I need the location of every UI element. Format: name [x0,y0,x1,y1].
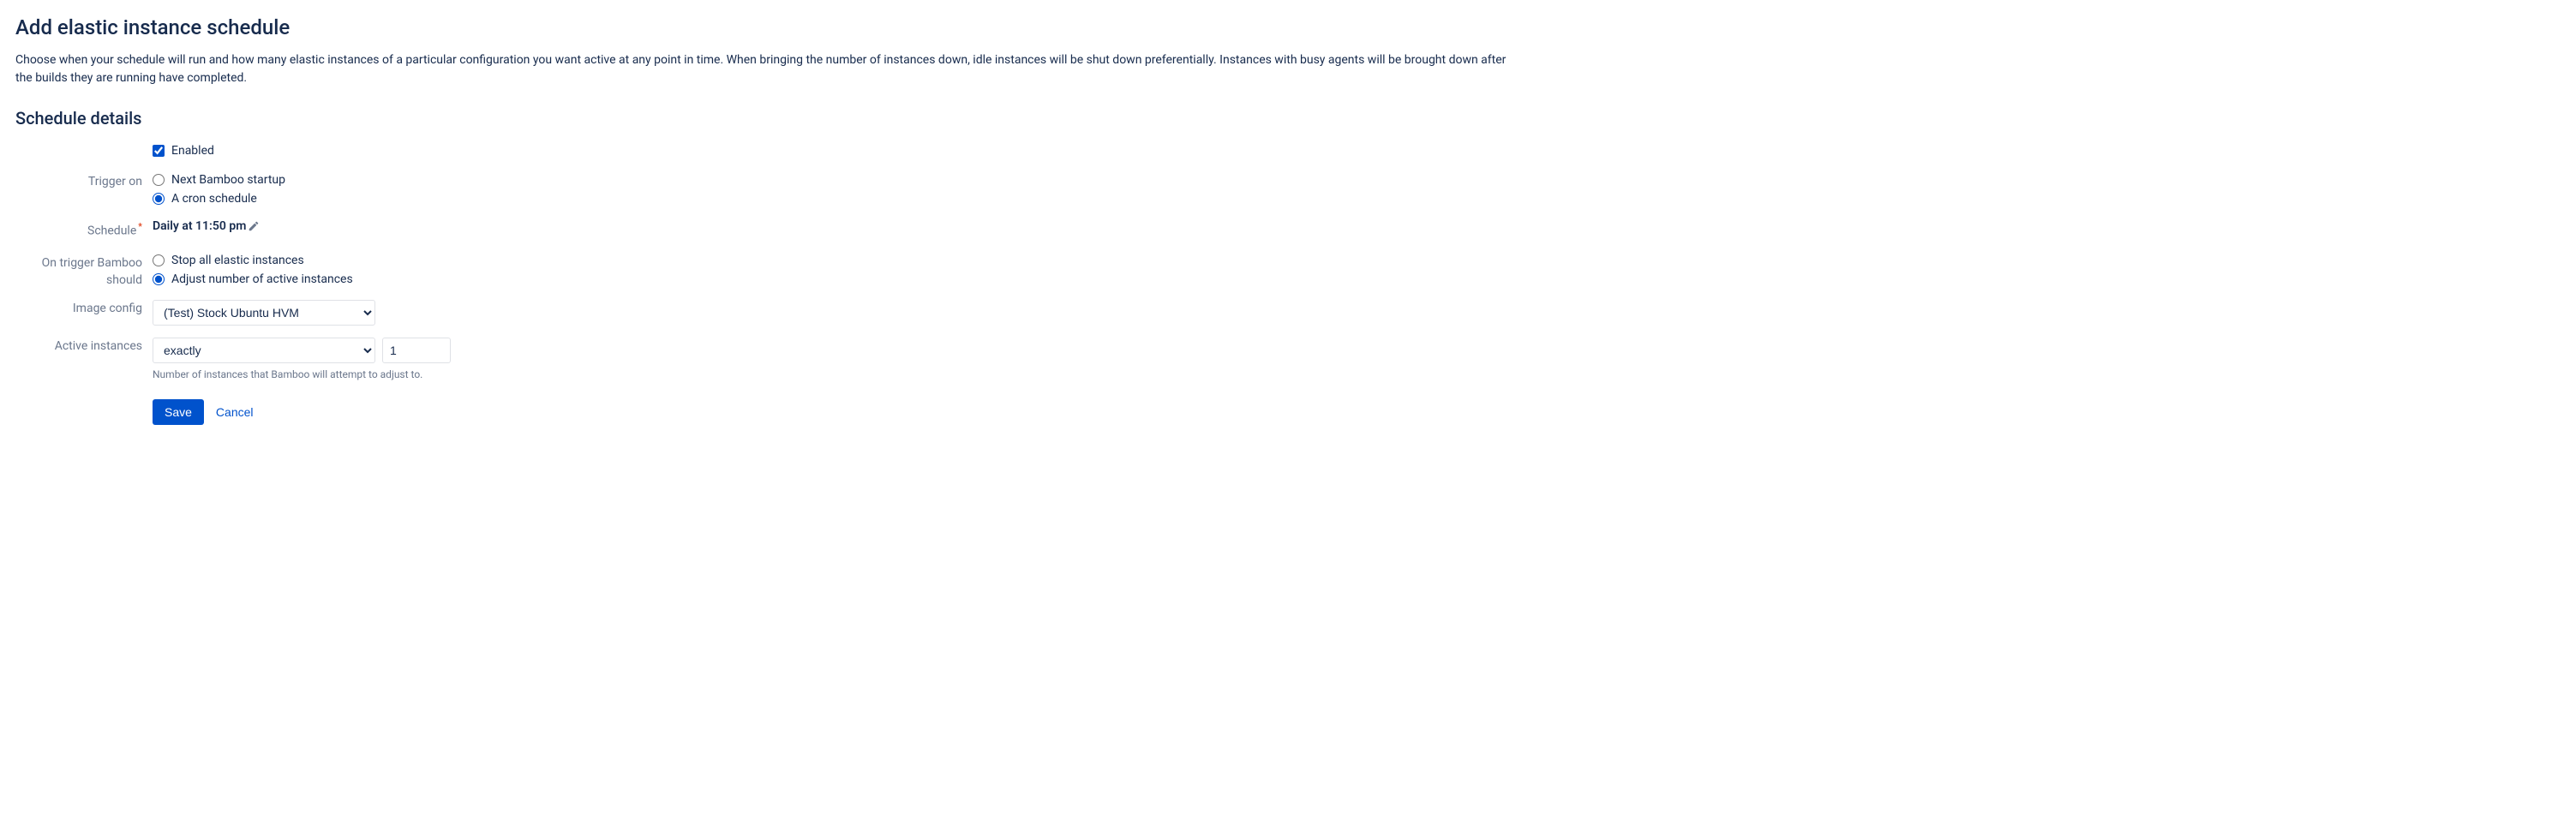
active-instances-mode-select[interactable]: exactly [153,338,375,363]
trigger-startup-label[interactable]: Next Bamboo startup [171,173,285,187]
image-config-select[interactable]: (Test) Stock Ubuntu HVM [153,300,375,326]
page-title: Add elastic instance schedule [15,15,2561,39]
on-trigger-stop-radio[interactable] [153,254,165,266]
on-trigger-stop-label[interactable]: Stop all elastic instances [171,254,304,267]
active-instances-help: Number of instances that Bamboo will att… [153,368,2561,380]
trigger-on-label: Trigger on [15,171,153,188]
on-trigger-adjust-label[interactable]: Adjust number of active instances [171,272,353,286]
schedule-label: Schedule [15,218,153,238]
trigger-cron-label[interactable]: A cron schedule [171,192,257,206]
save-button[interactable]: Save [153,399,204,425]
pencil-icon[interactable] [248,220,260,232]
trigger-startup-radio[interactable] [153,174,165,186]
on-trigger-label: On trigger Bamboo should [15,252,153,289]
schedule-value: Daily at 11:50 pm [153,219,246,233]
trigger-cron-radio[interactable] [153,193,165,205]
section-heading: Schedule details [15,108,2561,129]
on-trigger-adjust-radio[interactable] [153,273,165,285]
enabled-checkbox[interactable] [153,145,165,157]
active-instances-label: Active instances [15,336,153,353]
image-config-label: Image config [15,298,153,315]
cancel-button[interactable]: Cancel [216,405,254,419]
enabled-label[interactable]: Enabled [171,144,214,158]
schedule-form: Enabled Trigger on Next Bamboo startup A… [15,142,2561,425]
page-description: Choose when your schedule will run and h… [15,51,1515,87]
active-instances-count-input[interactable] [382,338,451,363]
